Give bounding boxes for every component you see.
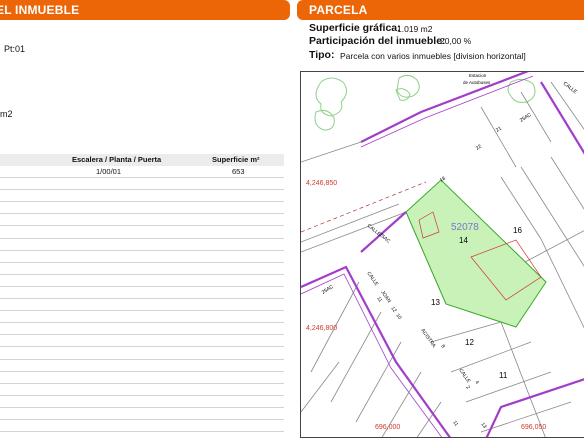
plot-number: 13	[431, 298, 440, 307]
street-label: 11	[375, 296, 383, 304]
table-row	[0, 372, 284, 384]
table-row	[0, 347, 284, 360]
table-row	[0, 311, 284, 324]
table-row	[0, 408, 284, 420]
street-label: CALLE	[457, 368, 471, 385]
inmueble-header-title: EL INMUEBLE	[0, 3, 80, 17]
table-row: 1/00/01 653	[0, 166, 284, 179]
tree-icon	[507, 78, 536, 103]
col-superficie-header: Superficie m²	[212, 155, 260, 164]
street-label: 10	[394, 313, 402, 321]
tipo-value: Parcela con varios inmuebles [division h…	[340, 51, 526, 61]
table-row	[0, 214, 284, 227]
plot-number: 12	[465, 338, 474, 347]
street-label: 13	[479, 422, 487, 430]
street-label: 12	[389, 306, 397, 314]
street-label: CALLE	[365, 271, 379, 288]
cadastral-map[interactable]: Estacion de Autobuses 4,246,850 4,246,80…	[300, 71, 584, 438]
street-label: 25AC	[321, 284, 335, 296]
coord-y-bottom: 4,246,800	[306, 325, 337, 332]
coord-x-left: 696,000	[375, 424, 400, 431]
superficie-label: Superficie gráfica:	[309, 22, 401, 34]
table-row	[0, 420, 284, 433]
area-unit-fragment: m2	[0, 109, 13, 119]
street-label: 2	[464, 385, 471, 391]
cell-escalera: 1/00/01	[96, 167, 122, 176]
location-fragment: Pt:01	[4, 44, 26, 54]
tree-icon	[396, 74, 420, 98]
table-row	[0, 323, 284, 336]
street-label: 4	[473, 380, 480, 386]
table-row	[0, 226, 284, 239]
table-body: 1/00/01 653	[0, 166, 284, 433]
map-svg: Estacion de Autobuses 4,246,850 4,246,80…	[301, 72, 584, 437]
plot-number: 11	[499, 371, 508, 380]
parcela-header: PARCELA	[297, 0, 584, 20]
plot-number: 16	[513, 226, 522, 235]
participacion-value: 20,00 %	[440, 36, 472, 46]
station-label-2: de Autobuses	[463, 80, 491, 85]
street-label: ACISTRA	[419, 328, 437, 350]
table-row	[0, 251, 284, 263]
table-row	[0, 384, 284, 396]
inmueble-header: EL INMUEBLE	[0, 0, 290, 20]
table-row	[0, 299, 284, 312]
tipo-label: Tipo:	[309, 49, 335, 61]
table-row	[0, 396, 284, 408]
table-row	[0, 287, 284, 300]
parcela-header-title: PARCELA	[309, 3, 368, 17]
street-label: CALLE	[562, 81, 579, 96]
superficie-value: 1.019 m2	[397, 24, 433, 34]
tree-icon	[395, 88, 411, 101]
street-label: 8	[439, 344, 446, 350]
station-label-1: Estacion	[469, 73, 487, 78]
street-label: 25AC	[378, 232, 392, 245]
coord-x-right: 696,050	[521, 424, 546, 431]
street-label: 22	[475, 144, 483, 152]
cell-superficie: 653	[232, 167, 245, 176]
street-label: 11	[451, 420, 459, 428]
col-escalera-header: Escalera / Planta / Puerta	[72, 155, 162, 164]
participacion-label: Participación del inmueble:	[309, 35, 446, 47]
tree-outlines	[314, 74, 536, 131]
table-row	[0, 178, 284, 191]
street-label: 25AC	[519, 112, 533, 124]
table-row	[0, 360, 284, 372]
parcel-reference: 52078	[451, 222, 479, 233]
plot-number: 14	[459, 236, 468, 245]
coord-y-top: 4,246,850	[306, 180, 337, 187]
dashed-boundary	[301, 181, 427, 233]
table-row	[0, 239, 284, 251]
table-row	[0, 202, 284, 215]
table-row	[0, 263, 284, 275]
table-row	[0, 335, 284, 348]
table-header: Escalera / Planta / Puerta Superficie m²	[0, 154, 284, 166]
table-row	[0, 190, 284, 203]
table-row	[0, 275, 284, 287]
units-table: Escalera / Planta / Puerta Superficie m²…	[0, 154, 284, 433]
